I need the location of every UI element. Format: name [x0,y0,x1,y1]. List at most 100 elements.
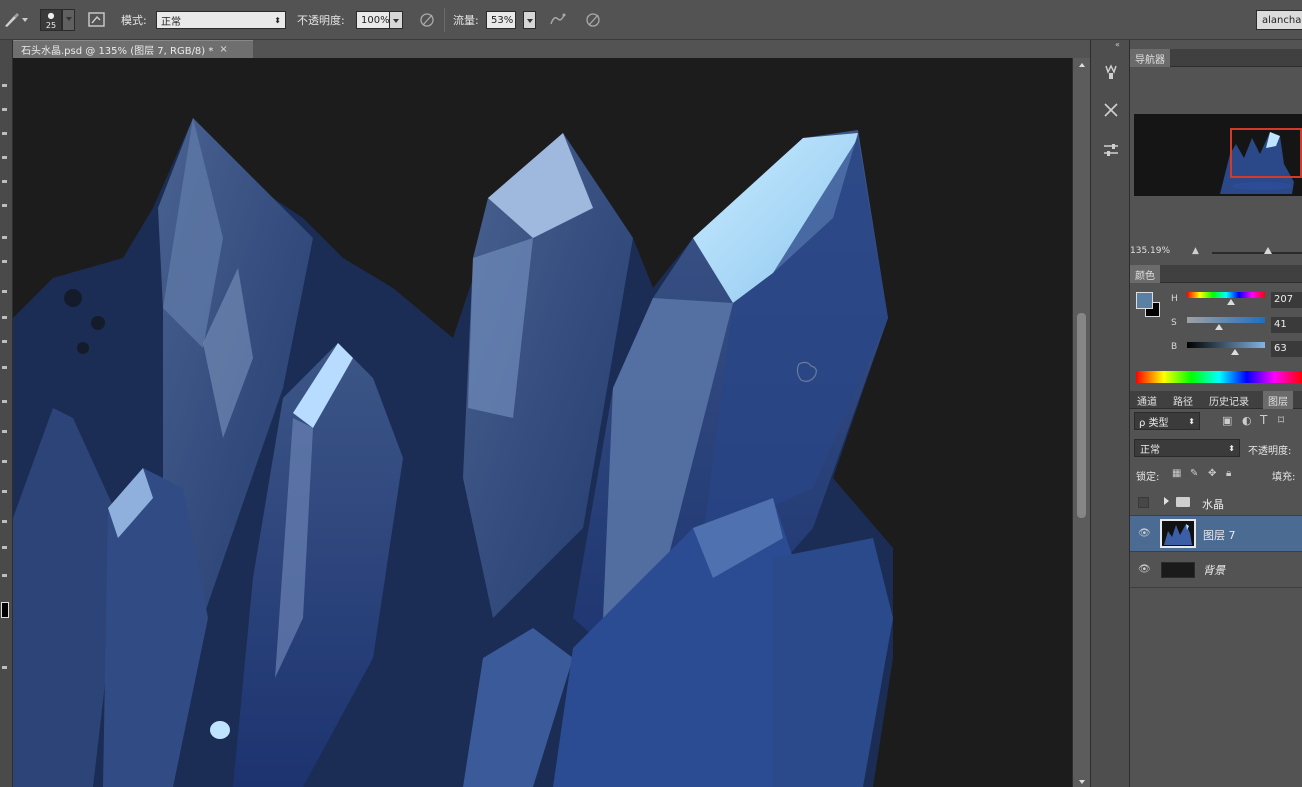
tool-marker[interactable] [2,108,7,111]
zoom-slider-thumb[interactable] [1264,247,1272,254]
scroll-up-icon[interactable] [1079,63,1085,67]
visibility-toggle-off[interactable] [1138,497,1149,508]
blend-mode-select[interactable]: 正常 ⬍ [1134,439,1240,457]
tool-marker[interactable] [2,520,7,523]
filter-shape-icon[interactable]: ⌑ [1278,413,1284,427]
lock-position-icon[interactable]: ✥ [1208,468,1216,479]
layer-row-group[interactable]: 水晶 [1130,490,1302,516]
layer-opacity-label: 不透明度: [1248,446,1292,457]
tool-marker[interactable] [2,400,7,403]
tools-panel-strip [0,40,13,787]
saturation-value[interactable]: 41 [1271,317,1302,333]
canvas-vertical-scrollbar[interactable] [1072,58,1090,787]
hue-slider-thumb[interactable] [1227,299,1235,305]
eye-icon[interactable]: 👁︎ [1138,564,1151,575]
brightness-value[interactable]: 63 [1271,341,1302,357]
brightness-slider-thumb[interactable] [1231,349,1239,355]
collapse-dock-icon[interactable]: « [1115,40,1120,49]
fill-label: 填充: [1272,472,1296,483]
pressure-size-icon[interactable] [584,9,602,31]
tool-marker[interactable] [2,260,7,263]
airbrush-icon[interactable] [548,9,568,31]
adjustments-icon[interactable] [1097,136,1125,164]
toolbar-separator [444,8,445,32]
flow-value[interactable]: 53% [486,11,516,29]
close-tab-icon[interactable]: × [219,44,227,55]
color-spectrum-ramp[interactable] [1136,371,1302,383]
tool-marker[interactable] [2,156,7,159]
saturation-slider-track[interactable] [1187,317,1265,323]
tab-channels[interactable]: 通道 [1132,391,1162,409]
tool-marker[interactable] [2,546,7,549]
tool-marker[interactable] [2,84,7,87]
filter-pixel-icon[interactable]: ▣ [1222,414,1232,427]
tab-navigator[interactable]: 导航器 [1130,49,1170,67]
tool-marker[interactable] [2,490,7,493]
document-tab[interactable]: 石头水晶.psd @ 135% (图层 7, RGB/8) * × [13,40,253,58]
foreground-color-swatch[interactable] [1136,292,1153,309]
tool-marker[interactable] [2,204,7,207]
lock-all-icon[interactable]: 🔒︎ [1226,468,1231,479]
document-canvas[interactable] [13,58,1072,787]
opacity-field[interactable]: 100% [356,9,403,31]
filter-type-icon[interactable]: T [1260,413,1267,427]
scroll-down-icon[interactable] [1079,780,1085,784]
mode-select[interactable]: 正常 ⬍ [156,9,286,31]
tab-paths[interactable]: 路径 [1168,391,1198,409]
zoom-slider-track[interactable] [1212,252,1302,254]
tool-marker[interactable] [2,430,7,433]
foreground-swatch-mini[interactable] [1,602,9,618]
brush-tool-icon[interactable] [2,9,22,31]
brush-presets-icon[interactable] [1097,58,1125,86]
saturation-label: S [1171,318,1177,328]
expand-group-icon[interactable] [1164,497,1169,505]
tool-marker[interactable] [2,180,7,183]
tool-marker[interactable] [2,290,7,293]
tab-history[interactable]: 历史记录 [1204,391,1254,409]
tool-marker[interactable] [2,236,7,239]
layer-row-selected[interactable]: 👁︎ 图层 7 [1130,516,1302,552]
zoom-value[interactable]: 135.19% [1130,246,1170,256]
hue-value[interactable]: 207 [1271,292,1302,308]
brush-panel-toggle-icon[interactable] [88,9,106,31]
brush-size-picker[interactable]: ● 25 [40,9,75,31]
brush-size-value: 25 [45,21,57,30]
tool-marker[interactable] [2,132,7,135]
tab-color[interactable]: 颜色 [1130,265,1160,283]
scrollbar-thumb[interactable] [1077,313,1086,518]
filter-adjustment-icon[interactable]: ◐ [1242,414,1252,427]
eye-icon[interactable]: 👁︎ [1138,528,1151,539]
opacity-value[interactable]: 100% [356,11,390,29]
flow-dropdown-icon[interactable] [523,11,536,29]
tool-marker[interactable] [2,574,7,577]
hue-slider-track[interactable] [1187,292,1265,298]
select-arrows-icon: ⬍ [274,15,281,25]
tool-marker[interactable] [2,666,7,669]
brush-picker-dropdown-icon[interactable] [62,9,75,31]
tool-marker[interactable] [2,460,7,463]
flow-label: 流量: [453,14,479,27]
tab-layers[interactable]: 图层 [1263,391,1293,409]
lock-transparent-icon[interactable]: ▦ [1172,468,1181,479]
tool-marker[interactable] [2,316,7,319]
pressure-opacity-icon[interactable] [418,9,436,31]
opacity-dropdown-icon[interactable] [390,11,403,29]
layer-row-background[interactable]: 👁︎ 背景 [1130,552,1302,588]
saturation-slider-thumb[interactable] [1215,324,1223,330]
workspace-switcher[interactable]: alanchar [1256,9,1302,31]
tool-presets-icon[interactable] [1097,96,1125,124]
tool-preset-dropdown-icon[interactable] [22,9,28,31]
mode-value: 正常 [161,16,181,28]
brightness-slider-track[interactable] [1187,342,1265,348]
lock-image-icon[interactable]: ✎ [1190,468,1198,479]
layer-name-background: 背景 [1203,564,1225,577]
tool-marker[interactable] [2,366,7,369]
tool-marker[interactable] [2,340,7,343]
navigator-thumbnail[interactable] [1134,114,1302,196]
folder-icon [1176,497,1190,507]
layer-filter-select[interactable]: ρ 类型 ⬍ [1134,412,1200,430]
flow-field[interactable]: 53% [486,9,536,31]
zoom-out-icon[interactable]: ▲ [1192,246,1199,256]
hue-label: H [1171,294,1178,304]
navigator-view-box[interactable] [1230,128,1302,178]
